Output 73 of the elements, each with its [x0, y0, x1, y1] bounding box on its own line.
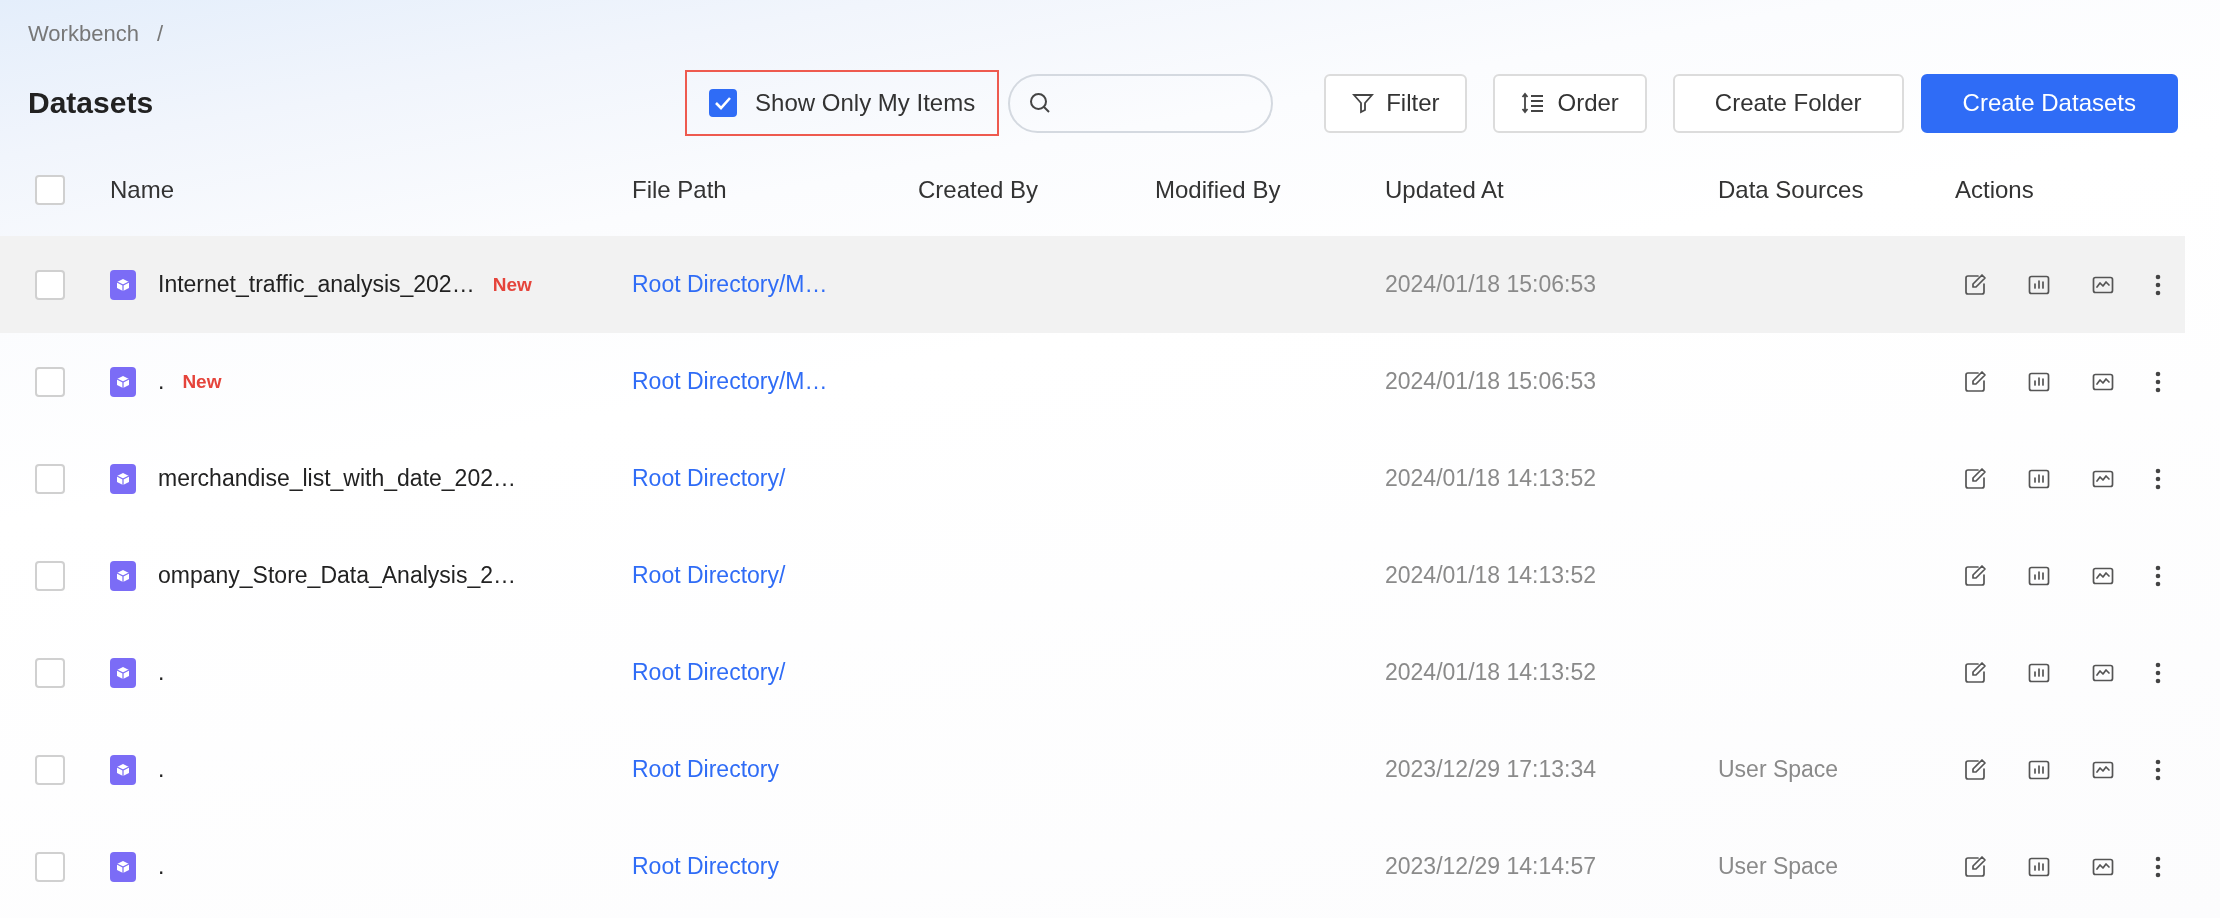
edit-icon[interactable] [1963, 563, 1987, 588]
edit-icon[interactable] [1963, 272, 1987, 297]
dataset-name[interactable]: . [158, 853, 165, 880]
more-icon[interactable] [2155, 273, 2161, 296]
file-path-link[interactable]: Root Directory/ [632, 465, 786, 492]
breadcrumb-link[interactable]: Workbench [28, 21, 139, 47]
column-header: Created By [918, 176, 1040, 204]
column-header: Modified By [1155, 176, 1282, 204]
dataset-icon [110, 463, 136, 494]
show-only-my-items-checkbox[interactable]: Show Only My Items [685, 70, 1000, 136]
dataset-name[interactable]: . [158, 756, 165, 783]
file-path-link[interactable]: Root Directory/ [632, 659, 786, 686]
table-cell: User Space [1718, 853, 1839, 879]
table-cell-text: 2024/01/18 15:06:53 [1385, 368, 1598, 395]
sort-icon [1521, 92, 1546, 114]
table-cell-text: 2024/01/18 14:13:52 [1385, 562, 1598, 589]
dataset-name[interactable]: . [158, 368, 165, 395]
table-row[interactable]: ompany_Store_Data_Analysis_2… Root Directory/ 2024/01/18 14:13:52 [0, 527, 2185, 624]
check-icon [714, 96, 733, 110]
table-row[interactable]: . New Root Directory/M… 2024/01/18 15:06:53 [0, 333, 2185, 430]
dataset-name[interactable]: ompany_Store_Data_Analysis_2… [158, 562, 516, 589]
table-cell: User Space [1718, 756, 1839, 782]
table-cell-text: 2024/01/18 14:13:52 [1385, 465, 1598, 492]
create-folder-button[interactable]: Create Folder [1672, 73, 1904, 133]
more-icon[interactable] [2155, 855, 2161, 878]
edit-icon[interactable] [1963, 757, 1987, 782]
table-row[interactable]: merchandise_list_with_date_202… Root Directory/ 2024/01/18 14:13:52 [0, 430, 2185, 527]
file-path-link[interactable]: Root Directory [632, 756, 779, 783]
column-header: Updated At [1385, 176, 1505, 204]
dataset-icon [110, 657, 136, 688]
column-header: Data Sources [1718, 176, 1865, 204]
dataset-name[interactable]: . [158, 659, 165, 686]
file-path-link[interactable]: Root Directory/M… [632, 368, 828, 395]
dataset-icon [110, 366, 136, 397]
dataset-icon [110, 754, 136, 785]
table-cell-text: 2023/12/29 14:14:57 [1385, 853, 1598, 880]
file-path-link[interactable]: Root Directory/ [632, 562, 786, 589]
column-header: Actions [1955, 176, 2035, 204]
order-button[interactable]: Order [1493, 73, 1647, 133]
funnel-icon [1352, 92, 1375, 114]
table-row[interactable]: . Root Directory 2023/12/29 14:14:57 User Space [0, 818, 2185, 915]
column-header: File Path [632, 176, 728, 204]
breadcrumb-separator: / [156, 21, 163, 47]
page-title: Datasets [28, 86, 155, 120]
table-cell-text: 2024/01/18 14:13:52 [1385, 659, 1598, 686]
dataset-name[interactable]: Internet_traffic_analysis_202… [158, 271, 475, 298]
dataset-icon [110, 269, 136, 300]
more-icon[interactable] [2155, 564, 2161, 587]
table-row[interactable]: . Root Directory/ 2024/01/18 14:13:52 [0, 624, 2185, 721]
file-path-link[interactable]: Root Directory [632, 853, 779, 880]
filter-button[interactable]: Filter [1324, 73, 1468, 133]
table-row[interactable]: . Root Directory 2023/12/29 17:13:34 User Space [0, 721, 2185, 818]
more-icon[interactable] [2155, 661, 2161, 684]
edit-icon[interactable] [1963, 466, 1987, 491]
dataset-icon [110, 851, 136, 882]
table-cell-text: 2023/12/29 17:13:34 [1385, 756, 1598, 783]
new-label: New [492, 273, 532, 296]
more-icon[interactable] [2155, 467, 2161, 490]
create-datasets-button[interactable]: Create Datasets [1920, 73, 2178, 133]
more-icon[interactable] [2155, 370, 2161, 393]
file-path-link[interactable]: Root Directory/M… [632, 271, 828, 298]
new-label: New [182, 370, 222, 393]
column-header: Name [110, 176, 176, 204]
edit-icon[interactable] [1963, 854, 1987, 879]
search-field[interactable] [1008, 73, 1274, 133]
edit-icon[interactable] [1963, 369, 1987, 394]
dataset-name[interactable]: merchandise_list_with_date_202… [158, 465, 516, 492]
more-icon[interactable] [2155, 758, 2161, 781]
table-cell-text: 2024/01/18 15:06:53 [1385, 271, 1598, 298]
dataset-icon [110, 560, 136, 591]
table-row[interactable]: Internet_traffic_analysis_202… New Root Directory/M… 2024/01/18 15:06:53 [0, 236, 2185, 333]
edit-icon[interactable] [1963, 660, 1987, 685]
checkbox[interactable] [709, 89, 738, 117]
